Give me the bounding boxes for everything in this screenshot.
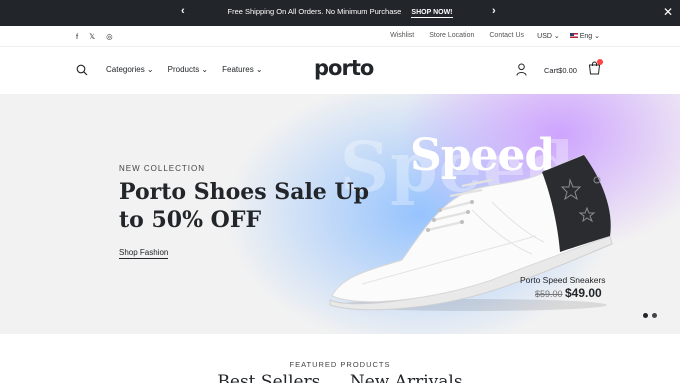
search-icon[interactable] [76, 64, 88, 76]
user-icon[interactable] [516, 63, 527, 76]
social-links: f 𝕏 ◎ [76, 32, 113, 41]
main-nav: Categories ⌄ Products ⌄ Features ⌄ [106, 65, 263, 74]
nav-features[interactable]: Features ⌄ [222, 65, 263, 74]
chevron-right-icon[interactable]: › [492, 5, 496, 17]
slider-dot-1[interactable] [643, 313, 648, 318]
utility-links: Wishlist Store Location Contact Us [390, 32, 524, 39]
hero-banner: Speed Speed NEW COLLECTION Porto Shoes S… [0, 94, 680, 334]
us-flag-icon [569, 33, 578, 38]
currency-select[interactable]: USD ⌄ [537, 32, 560, 40]
tab-new-arrivals[interactable]: New Arrivals [350, 372, 463, 383]
locale-switchers: USD ⌄ Eng ⌄ [537, 32, 600, 40]
store-location-link[interactable]: Store Location [429, 32, 474, 39]
shop-now-link[interactable]: SHOP NOW! [411, 9, 453, 18]
shop-fashion-link[interactable]: Shop Fashion [119, 248, 169, 259]
language-label: Eng ⌄ [579, 33, 600, 40]
hero-new-price: $49.00 [565, 286, 602, 300]
slider-dots [643, 313, 657, 318]
porto-logo[interactable]: porto [314, 56, 374, 80]
hero-product-name[interactable]: Porto Speed Sneakers [520, 275, 606, 285]
x-icon[interactable]: 𝕏 [89, 32, 95, 41]
featured-tabs: Best Sellers New Arrivals [0, 372, 680, 383]
language-select[interactable]: Eng ⌄ [569, 32, 600, 40]
nav-categories[interactable]: Categories ⌄ [106, 65, 154, 74]
tab-best-sellers[interactable]: Best Sellers [217, 372, 320, 383]
utility-bar: f 𝕏 ◎ Wishlist Store Location Contact Us… [0, 26, 680, 47]
announcement-text: Free Shipping On All Orders. No Minimum … [227, 7, 402, 16]
announcement-bar: ‹ Free Shipping On All Orders. No Minimu… [0, 0, 680, 26]
featured-eyebrow: FEATURED PRODUCTS [289, 360, 391, 369]
facebook-icon[interactable]: f [76, 32, 78, 41]
cart-badge [597, 59, 603, 65]
cart-total: $0.00 [558, 66, 577, 75]
cart-link[interactable]: Cart$0.00 [544, 66, 577, 75]
contact-us-link[interactable]: Contact Us [489, 32, 524, 39]
announcement-message: Free Shipping On All Orders. No Minimum … [0, 7, 680, 18]
instagram-icon[interactable]: ◎ [106, 32, 113, 41]
cart-label: Cart [544, 66, 559, 75]
hero-eyebrow: NEW COLLECTION [119, 164, 206, 173]
nav-products[interactable]: Products ⌄ [168, 65, 209, 74]
close-icon[interactable]: ✕ [663, 5, 673, 19]
hero-old-price: $59.00 [535, 289, 563, 299]
slider-dot-2[interactable] [652, 313, 657, 318]
main-header: Categories ⌄ Products ⌄ Features ⌄ porto… [0, 47, 680, 94]
wishlist-link[interactable]: Wishlist [390, 32, 414, 39]
